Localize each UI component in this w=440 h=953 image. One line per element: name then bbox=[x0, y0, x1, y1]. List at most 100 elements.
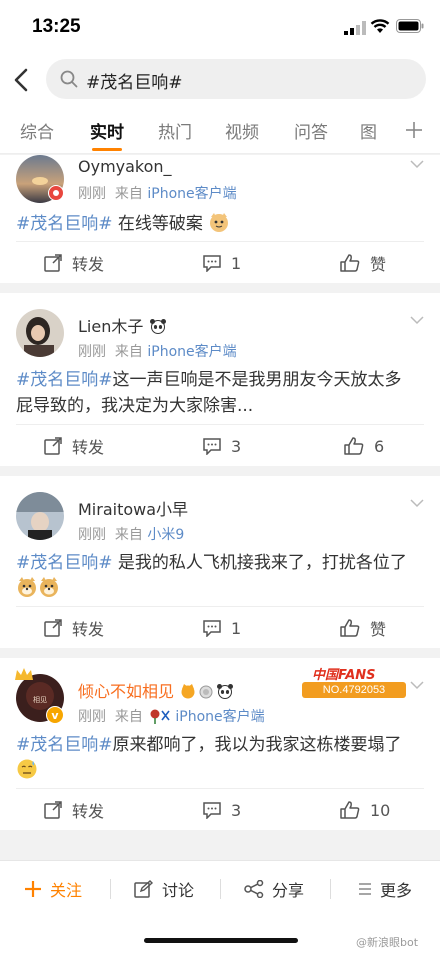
tab-hot[interactable]: 热门 bbox=[158, 118, 192, 143]
more-button[interactable]: 更多 bbox=[358, 877, 412, 901]
status-bar: 13:25 bbox=[0, 0, 440, 54]
thumbs-up-icon bbox=[340, 801, 360, 819]
chevron-down-icon[interactable] bbox=[410, 159, 424, 169]
fans-badge-title: 中国FANS bbox=[312, 668, 376, 683]
post-time: 刚刚 bbox=[78, 186, 106, 202]
repost-icon bbox=[44, 619, 62, 637]
username[interactable]: Lien木子 bbox=[78, 313, 168, 337]
repost-button[interactable]: 转发 bbox=[44, 788, 104, 832]
share-button[interactable]: 分享 bbox=[244, 877, 304, 901]
hashtag-link[interactable]: #茂名巨响# bbox=[16, 214, 113, 234]
share-icon bbox=[244, 880, 264, 898]
like-button[interactable]: 赞 bbox=[340, 241, 386, 285]
repost-icon bbox=[44, 254, 62, 272]
post-source[interactable]: iPhone客户端 bbox=[147, 186, 236, 202]
doge-emoji-icon bbox=[18, 577, 36, 597]
like-button[interactable]: 6 bbox=[344, 424, 384, 468]
tab-realtime[interactable]: 实时 bbox=[90, 118, 124, 143]
repost-icon bbox=[44, 437, 62, 455]
hashtag-link[interactable]: #茂名巨响# bbox=[16, 553, 113, 573]
status-time: 13:25 bbox=[32, 16, 81, 37]
repost-button[interactable]: 转发 bbox=[44, 424, 104, 468]
username[interactable]: 倾心不如相见 bbox=[78, 678, 235, 702]
post-meta: 刚刚 来自 iPhone客户端 bbox=[78, 183, 237, 203]
username[interactable]: Miraitowa小早 bbox=[78, 496, 188, 520]
username[interactable]: Oymyakon_ bbox=[78, 157, 172, 176]
thumbs-up-icon bbox=[340, 254, 360, 272]
home-indicator[interactable] bbox=[144, 938, 298, 943]
from-label: 来自 bbox=[114, 186, 143, 202]
comment-button[interactable]: 3 bbox=[203, 788, 241, 832]
tab-pictures[interactable]: 图 bbox=[360, 118, 377, 143]
discuss-button[interactable]: 讨论 bbox=[134, 877, 194, 901]
doge-emoji-icon bbox=[40, 577, 58, 597]
add-tab-icon[interactable] bbox=[404, 120, 424, 140]
vip-badge-icon: v bbox=[46, 706, 64, 724]
post-source[interactable]: iPhone客户端 bbox=[147, 344, 236, 360]
action-bar: 转发 3 10 bbox=[0, 788, 440, 832]
hashtag-link[interactable]: #茂名巨响# bbox=[16, 370, 113, 390]
action-bar: 转发 1 赞 bbox=[0, 606, 440, 650]
fans-badge-number: NO.4792053 bbox=[302, 682, 406, 698]
battery-icon bbox=[396, 19, 424, 33]
repost-icon bbox=[44, 801, 62, 819]
svg-text:v: v bbox=[51, 709, 59, 722]
search-icon bbox=[60, 70, 78, 88]
post-text: #茂名巨响#原来都响了，我以为我家这栋楼要塌了 bbox=[16, 732, 426, 784]
post-card[interactable]: Lien木子 刚刚 来自 iPhone客户端 #茂名巨响#这一声巨响是不是我男朋… bbox=[0, 293, 440, 466]
like-button[interactable]: 赞 bbox=[340, 606, 386, 650]
tab-comprehensive[interactable]: 综合 bbox=[20, 118, 54, 143]
hashtag-link[interactable]: #茂名巨响# bbox=[16, 735, 113, 755]
svg-text:相见: 相见 bbox=[33, 695, 47, 704]
verified-badge-icon bbox=[48, 185, 64, 201]
post-meta: 刚刚 来自 小米9 bbox=[78, 527, 185, 543]
comment-button[interactable]: 1 bbox=[203, 606, 241, 650]
panda-icon bbox=[217, 684, 234, 699]
separator bbox=[220, 879, 221, 899]
action-bar: 转发 3 6 bbox=[0, 424, 440, 468]
watermark: @新浪眼bot bbox=[356, 936, 419, 949]
post-text: #茂名巨响# 在线等破案 bbox=[16, 211, 426, 237]
wifi-icon bbox=[370, 19, 390, 33]
tab-video[interactable]: 视频 bbox=[225, 118, 259, 143]
menu-icon bbox=[359, 883, 371, 895]
post-card[interactable]: Miraitowa小早 刚刚 来自 小米9 #茂名巨响# 是我的私人飞机接我来了… bbox=[0, 476, 440, 648]
comment-button[interactable]: 1 bbox=[203, 241, 241, 285]
post-source[interactable]: 小米9 bbox=[147, 527, 184, 543]
follow-button[interactable]: 关注 bbox=[24, 877, 82, 901]
panda-icon bbox=[150, 319, 167, 334]
search-query: #茂名巨响# bbox=[86, 73, 183, 93]
tab-bar: 综合 实时 热门 视频 问答 图 bbox=[0, 106, 440, 154]
repost-button[interactable]: 转发 bbox=[44, 606, 104, 650]
thumbs-up-icon bbox=[340, 619, 360, 637]
post-source[interactable]: iPhone客户端 bbox=[175, 709, 264, 725]
sweat-emoji-icon bbox=[17, 759, 37, 779]
like-button[interactable]: 10 bbox=[340, 788, 390, 832]
action-bar: 转发 1 赞 bbox=[0, 241, 440, 285]
chevron-down-icon[interactable] bbox=[410, 498, 424, 508]
fans-badge: 中国FANS NO.4792053 bbox=[298, 664, 410, 698]
comment-icon bbox=[203, 255, 221, 272]
avatar[interactable] bbox=[16, 309, 64, 357]
comment-icon bbox=[203, 438, 221, 455]
active-tab-indicator bbox=[92, 148, 122, 151]
chevron-down-icon[interactable] bbox=[410, 680, 424, 690]
separator bbox=[330, 879, 331, 899]
signal-icon bbox=[344, 21, 366, 35]
comment-button[interactable]: 3 bbox=[203, 424, 241, 468]
plus-icon bbox=[25, 881, 41, 897]
comment-icon bbox=[203, 620, 221, 637]
post-meta: 刚刚 来自 iPhone客户端 bbox=[78, 344, 237, 360]
chevron-down-icon[interactable] bbox=[410, 315, 424, 325]
tab-qa[interactable]: 问答 bbox=[294, 118, 328, 143]
crown-icon bbox=[15, 668, 33, 680]
rose-icon bbox=[150, 709, 170, 724]
post-card[interactable]: 相见 v 倾心不如相见 中国FANS NO.4792053 刚刚 来自 iPho… bbox=[0, 658, 440, 830]
avatar[interactable] bbox=[16, 492, 64, 540]
avatar-image-icon bbox=[16, 492, 64, 540]
repost-button[interactable]: 转发 bbox=[44, 241, 104, 285]
search-input[interactable]: #茂名巨响# bbox=[46, 59, 426, 99]
back-arrow-icon[interactable] bbox=[10, 66, 34, 94]
post-card[interactable]: Oymyakon_ 刚刚 来自 iPhone客户端 #茂名巨响# 在线等破案 转… bbox=[0, 155, 440, 283]
post-text: #茂名巨响# 是我的私人飞机接我来了，打扰各位了 bbox=[16, 550, 426, 602]
